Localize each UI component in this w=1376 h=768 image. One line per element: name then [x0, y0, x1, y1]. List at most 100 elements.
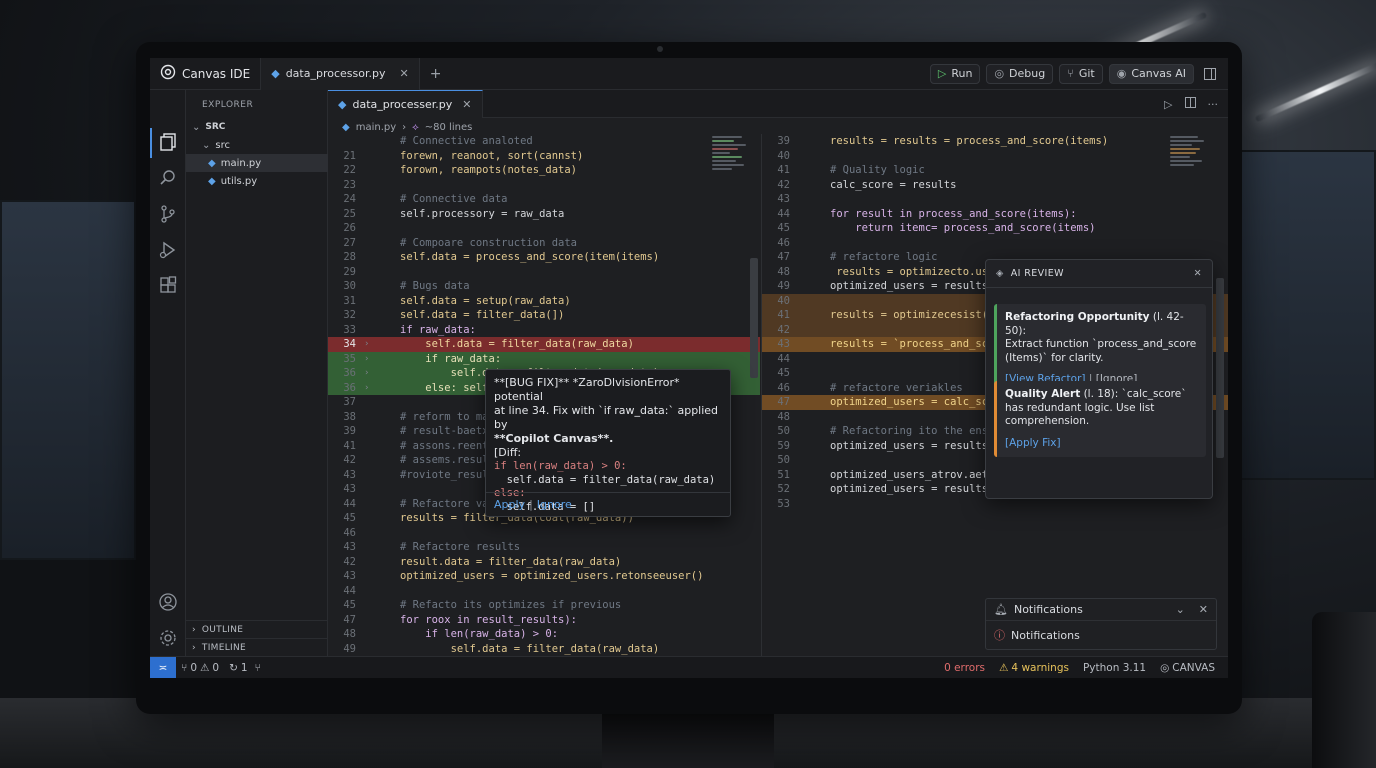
tree-file-main[interactable]: ◆ main.py: [186, 154, 328, 172]
code-line[interactable]: 39 results = results = process_and_score(…: [762, 134, 1228, 149]
code-line[interactable]: 24 # Connective data: [328, 192, 760, 207]
more-actions-icon[interactable]: ···: [1208, 98, 1219, 111]
code-line[interactable]: 41 # Quality logic: [762, 163, 1228, 178]
code-line[interactable]: 47 for roox in result_results):: [328, 613, 760, 628]
line-number: 48: [343, 628, 356, 640]
scrollbar-right[interactable]: [1216, 278, 1224, 458]
chevron-right-icon[interactable]: ›: [364, 352, 369, 367]
code-line[interactable]: 23: [328, 178, 760, 193]
split-editor-icon[interactable]: [1184, 97, 1196, 111]
scrollbar-left[interactable]: [750, 258, 758, 378]
code-line[interactable]: 26: [328, 221, 760, 236]
code-line[interactable]: 44 for result in process_and_score(items)…: [762, 207, 1228, 222]
account-icon[interactable]: [158, 592, 178, 612]
code-line[interactable]: 29: [328, 265, 760, 280]
sync-icon: ↻: [229, 661, 238, 674]
code-line[interactable]: 46: [762, 236, 1228, 251]
canvas-status[interactable]: ◎ CANVAS: [1155, 662, 1220, 674]
code-line[interactable]: 46: [328, 526, 760, 541]
notification-item[interactable]: ⓘ Notifications: [986, 621, 1216, 649]
code-text: # Refactoring ito the ensus: [830, 425, 1001, 437]
code-line[interactable]: 21 forewn, reanoot, sort(cannst): [328, 149, 760, 164]
editor-tab-label: data_processer.py: [352, 98, 453, 111]
apply-fix-link[interactable]: [Apply Fix]: [1005, 437, 1061, 449]
code-line[interactable]: 32 self.data = filter_data(]): [328, 308, 760, 323]
code-line[interactable]: # Connective analoted: [328, 134, 760, 149]
run-button[interactable]: ▷ Run: [929, 63, 981, 84]
code-line[interactable]: 49 self.data = filter_data(raw_data): [328, 642, 760, 657]
warnings-count[interactable]: ⚠ 4 warnings: [994, 662, 1074, 674]
code-line[interactable]: 33 if raw_data:: [328, 323, 760, 338]
close-icon[interactable]: ✕: [1194, 268, 1202, 279]
close-icon[interactable]: ✕: [1199, 603, 1208, 616]
line-number: 36: [343, 381, 356, 394]
code-line[interactable]: 28 self.data = process_and_score(item(ite…: [328, 250, 760, 265]
toggle-panel-icon[interactable]: [1200, 64, 1220, 84]
python-file-icon: ◆: [271, 67, 280, 80]
popup-diff-line: if len(raw_data) > 0:: [494, 460, 627, 472]
debug-button[interactable]: ◎ Debug: [986, 63, 1054, 84]
line-number: 21: [343, 149, 356, 162]
line-number: 44: [777, 207, 790, 220]
source-control-icon[interactable]: [158, 204, 178, 224]
code-line[interactable]: 40: [762, 149, 1228, 164]
code-text: self.processory = raw_data: [400, 207, 565, 220]
close-icon[interactable]: ✕: [399, 67, 408, 80]
branch-icon: ⑂: [181, 661, 188, 674]
code-line[interactable]: 27 # Compoare construction data: [328, 236, 760, 251]
code-line[interactable]: 42 result.data = filter_data(raw_data): [328, 555, 760, 570]
error-icon: ⓘ: [994, 629, 1005, 642]
code-line[interactable]: 42 calc_score = results: [762, 178, 1228, 193]
line-number: 47: [777, 251, 790, 263]
window-tab[interactable]: ◆ data_processor.py ✕: [260, 58, 420, 90]
code-line[interactable]: 43: [762, 192, 1228, 207]
timeline-section[interactable]: › TIMELINE: [186, 638, 328, 656]
code-line[interactable]: 43 # Refactore results: [328, 540, 760, 555]
line-number: 45: [343, 512, 356, 524]
tree-folder-src[interactable]: ⌄ src: [186, 136, 328, 154]
code-text: for roox in result_results):: [400, 613, 578, 626]
bug-icon: ◎: [994, 67, 1005, 80]
code-line[interactable]: 22 forown, reampots(notes_data): [328, 163, 760, 178]
remote-icon[interactable]: ≍: [150, 656, 176, 678]
tree-section-src[interactable]: ⌄ SRC: [186, 118, 328, 136]
code-line[interactable]: 31 self.data = setup(raw_data): [328, 294, 760, 309]
code-line[interactable]: 45 return itemc= process_and_score(items…: [762, 221, 1228, 236]
extensions-icon[interactable]: [158, 276, 178, 296]
canvas-ai-button[interactable]: ◉ Canvas AI: [1108, 63, 1194, 84]
tree-file-utils[interactable]: ◆ utils.py: [186, 172, 328, 190]
git-branch-status[interactable]: ⑂ 0 ⚠ 0: [176, 662, 224, 674]
code-line[interactable]: 48 if len(raw_data) > 0:: [328, 627, 760, 642]
code-line[interactable]: 35 if raw_data: ›: [328, 351, 760, 367]
code-line[interactable]: 43 optimized_users = optimized_users.reto…: [328, 569, 760, 584]
files-icon[interactable]: [158, 132, 178, 152]
minimap-right[interactable]: [1170, 134, 1210, 214]
run-file-icon[interactable]: ▷: [1164, 98, 1172, 111]
outline-section[interactable]: › OUTLINE: [186, 620, 328, 638]
breadcrumb-file[interactable]: main.py: [356, 122, 396, 133]
chevron-down-icon[interactable]: ⌄: [1176, 603, 1185, 616]
ignore-button[interactable]: Ignore: [537, 498, 572, 511]
code-line[interactable]: 30 # Bugs data: [328, 279, 760, 294]
errors-count[interactable]: 0 errors: [939, 662, 990, 674]
chevron-right-icon[interactable]: ›: [364, 337, 369, 352]
settings-gear-icon[interactable]: [158, 628, 178, 648]
run-debug-icon[interactable]: [158, 240, 178, 260]
code-line[interactable]: 45 # Refacto its optimizes if previous: [328, 598, 760, 613]
chevron-right-icon[interactable]: ›: [364, 381, 369, 396]
git-button[interactable]: ⑂ Git: [1059, 63, 1103, 84]
code-text: self.data = process_and_score(item(items…: [400, 251, 660, 263]
minimap-left[interactable]: [712, 134, 752, 214]
sync-status[interactable]: ↻ 1 ⑂: [224, 662, 266, 674]
code-text: if raw_data:: [400, 323, 476, 336]
editor-tab[interactable]: ◆ data_processer.py ✕: [328, 90, 483, 118]
close-icon[interactable]: ✕: [462, 98, 471, 111]
code-line[interactable]: 34 self.data = filter_data(raw_data) ›: [328, 337, 760, 352]
language-mode[interactable]: Python 3.11: [1078, 662, 1151, 674]
new-tab-button[interactable]: +: [420, 66, 452, 82]
apply-button[interactable]: Apply: [494, 498, 525, 511]
search-icon[interactable]: [158, 168, 178, 188]
code-line[interactable]: 44: [328, 584, 760, 599]
code-line[interactable]: 25 self.processory = raw_data: [328, 207, 760, 222]
chevron-right-icon[interactable]: ›: [364, 366, 369, 381]
